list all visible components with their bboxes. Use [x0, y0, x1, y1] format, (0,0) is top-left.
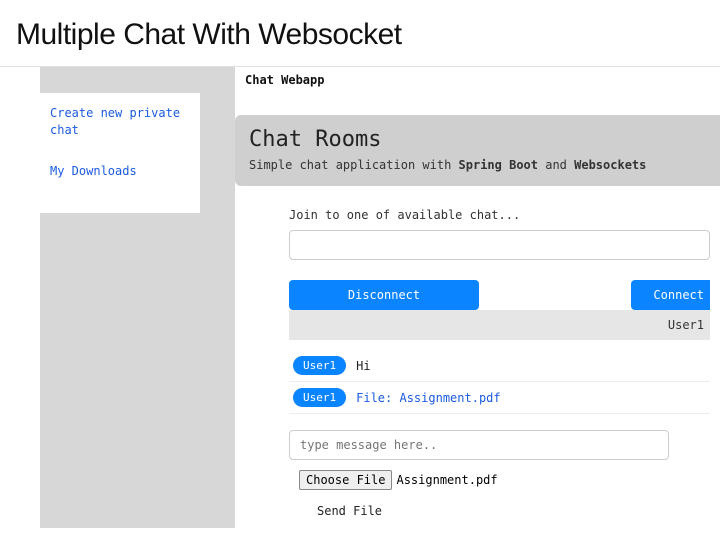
- room-select[interactable]: [289, 230, 710, 260]
- message-text: Hi: [356, 359, 370, 373]
- message-list: User1 Hi User1 File: Assignment.pdf: [289, 350, 710, 414]
- rooms-subtitle: Simple chat application with Spring Boot…: [249, 158, 706, 172]
- current-user-label: User1: [668, 318, 704, 332]
- sidebar: Create new private chat My Downloads: [40, 67, 235, 528]
- main-panel: Chat Webapp Chat Rooms Simple chat appli…: [235, 67, 720, 528]
- sidebar-inner: Create new private chat My Downloads: [40, 93, 200, 213]
- rooms-title: Chat Rooms: [249, 127, 706, 152]
- connect-button[interactable]: Connect: [631, 280, 710, 310]
- file-row: Choose File Assignment.pdf: [289, 470, 710, 490]
- chosen-file-name: Assignment.pdf: [396, 473, 497, 487]
- connection-button-row: Disconnect Connect: [289, 280, 710, 310]
- send-file-button[interactable]: Send File: [289, 504, 710, 518]
- user-badge: User1: [293, 388, 346, 407]
- app-name-label: Chat Webapp: [235, 67, 720, 95]
- compose-area: Choose File Assignment.pdf Send File: [289, 430, 710, 518]
- subtitle-bold-websockets: Websockets: [574, 158, 646, 172]
- rooms-header: Chat Rooms Simple chat application with …: [235, 115, 720, 186]
- content-area: Create new private chat My Downloads Cha…: [0, 67, 720, 528]
- message-file-link[interactable]: File: Assignment.pdf: [356, 391, 501, 405]
- subtitle-prefix: Simple chat application with: [249, 158, 459, 172]
- message-row: User1 Hi: [289, 350, 710, 382]
- user-badge: User1: [293, 356, 346, 375]
- choose-file-button[interactable]: Choose File: [299, 470, 392, 490]
- status-bar: User1: [289, 310, 710, 340]
- message-input[interactable]: [289, 430, 669, 460]
- room-body: Join to one of available chat... Disconn…: [235, 186, 720, 528]
- page-title: Multiple Chat With Websocket: [0, 0, 720, 67]
- disconnect-button[interactable]: Disconnect: [289, 280, 479, 310]
- subtitle-bold-spring: Spring Boot: [459, 158, 538, 172]
- message-row: User1 File: Assignment.pdf: [289, 382, 710, 414]
- sidebar-item-create-private-chat[interactable]: Create new private chat: [50, 99, 196, 145]
- sidebar-item-my-downloads[interactable]: My Downloads: [50, 157, 196, 186]
- join-label: Join to one of available chat...: [289, 208, 710, 222]
- subtitle-mid: and: [538, 158, 574, 172]
